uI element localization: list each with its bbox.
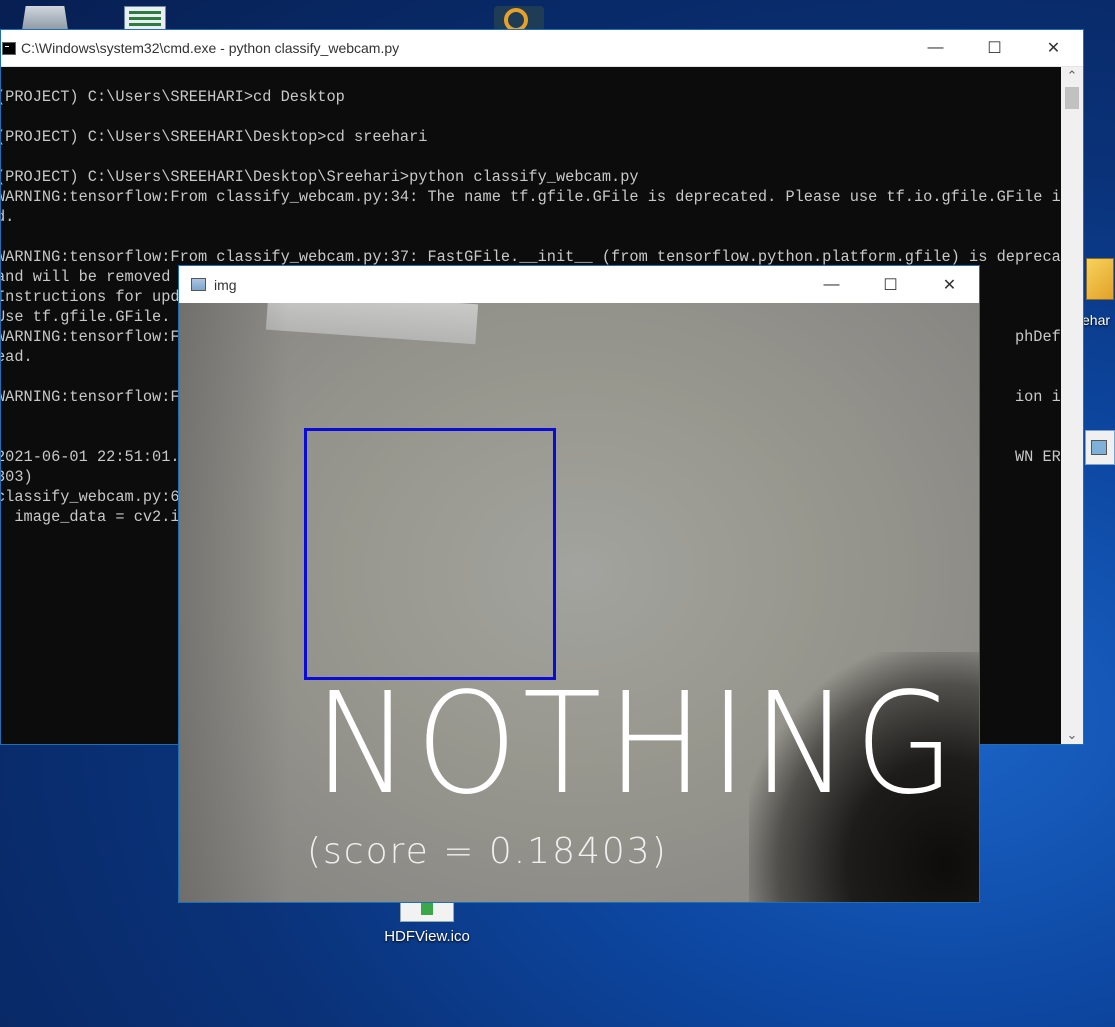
cmd-titlebar[interactable]: C:\Windows\system32\cmd.exe - python cla… [1, 30, 1083, 67]
window-icon [191, 278, 206, 291]
cmd-window-controls: — ☐ ✕ [906, 30, 1083, 66]
img-title: img [214, 276, 237, 293]
folder-icon [1086, 258, 1114, 300]
close-button[interactable]: ✕ [1024, 30, 1083, 66]
webcam-frame: NOTHING (score = 0.18403) [179, 303, 979, 902]
maximize-button[interactable]: ☐ [965, 30, 1024, 66]
scroll-up-icon[interactable]: ⌃ [1061, 67, 1083, 85]
desktop-folder-item[interactable]: ehar [1082, 258, 1115, 328]
prediction-label: NOTHING [314, 663, 961, 826]
close-button[interactable]: ✕ [920, 266, 979, 303]
prediction-score: (score = 0.18403) [307, 831, 668, 872]
desktop-item-label: ehar [1082, 312, 1111, 328]
frame-highlight [265, 303, 479, 345]
minimize-button[interactable]: — [802, 266, 861, 303]
img-titlebar[interactable]: img — ☐ ✕ [179, 266, 979, 303]
console-line: WARNING:tensorflow:From classify_webcam.… [1, 188, 1061, 206]
roi-box [304, 428, 556, 680]
scrollbar[interactable]: ⌃ ⌄ [1061, 67, 1083, 744]
scroll-down-icon[interactable]: ⌄ [1061, 726, 1083, 744]
background-window-edge[interactable] [1085, 430, 1115, 465]
maximize-button[interactable]: ☐ [861, 266, 920, 303]
console-line: (PROJECT) C:\Users\SREEHARI\Desktop>cd s… [1, 128, 428, 146]
recycle-bin-icon[interactable] [22, 6, 68, 30]
console-line: d. [1, 208, 15, 226]
cmd-icon [2, 41, 16, 55]
frame-shadow [179, 303, 289, 902]
console-line: (PROJECT) C:\Users\SREEHARI\Desktop\Sree… [1, 168, 639, 186]
desktop-item-label: HDFView.ico [384, 928, 470, 945]
cmd-title: C:\Windows\system32\cmd.exe - python cla… [21, 40, 400, 56]
console-line: WARNING:tensorflow:From classify_webcam.… [1, 248, 1061, 266]
img-window[interactable]: img — ☐ ✕ NOTHING (score = 0.18403) [178, 265, 980, 903]
scroll-thumb[interactable] [1065, 87, 1079, 109]
minimize-button[interactable]: — [906, 30, 965, 66]
img-window-controls: — ☐ ✕ [802, 266, 979, 303]
console-line: (PROJECT) C:\Users\SREEHARI>cd Desktop [1, 88, 345, 106]
